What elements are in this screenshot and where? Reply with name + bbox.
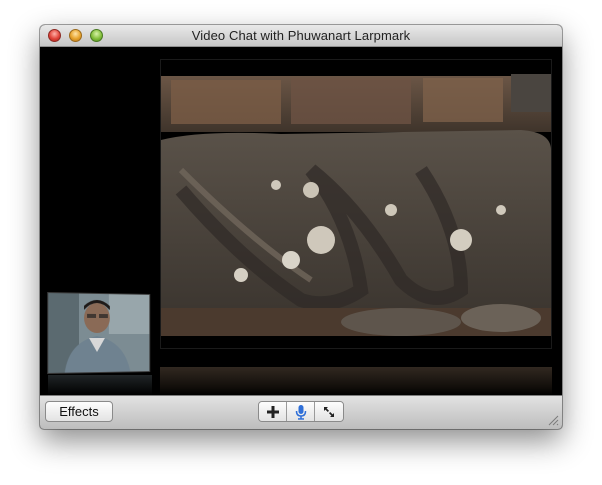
video-area — [40, 47, 562, 395]
plus-icon — [266, 405, 279, 418]
self-preview-reflection — [48, 375, 152, 395]
fullscreen-arrows-icon — [324, 406, 334, 417]
remote-video-feed — [160, 59, 552, 349]
fullscreen-button[interactable] — [315, 402, 343, 421]
effects-button[interactable]: Effects — [45, 401, 113, 422]
window-title: Video Chat with Phuwanart Larpmark — [191, 28, 411, 43]
call-controls-segmented — [258, 401, 344, 422]
bottom-toolbar: Effects — [40, 395, 562, 429]
self-preview-image — [48, 293, 150, 373]
video-chat-window: Video Chat with Phuwanart Larpmark Effec… — [40, 25, 562, 429]
microphone-icon — [295, 404, 306, 420]
remote-video-image — [161, 60, 551, 348]
remote-video-reflection — [160, 367, 552, 395]
resize-grip-icon[interactable] — [547, 414, 559, 426]
add-participant-button[interactable] — [259, 402, 287, 421]
microphone-button[interactable] — [287, 402, 315, 421]
title-bar[interactable]: Video Chat with Phuwanart Larpmark — [40, 25, 562, 47]
self-preview-video[interactable] — [47, 292, 151, 374]
